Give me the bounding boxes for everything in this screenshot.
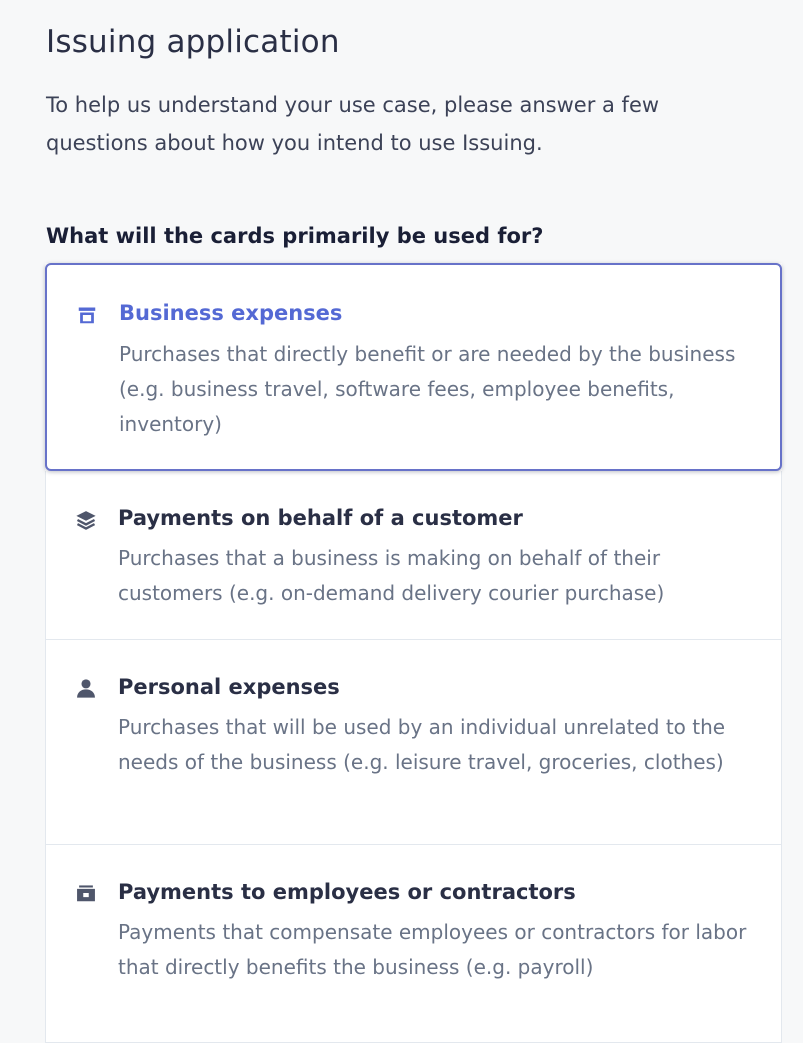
intro-text: To help us understand your use case, ple… — [46, 93, 660, 155]
cash-register-icon — [75, 882, 97, 904]
option-description: Purchases that will be used by an indivi… — [118, 715, 726, 774]
option-business-expenses[interactable]: Business expenses Purchases that directl… — [45, 263, 782, 471]
option-title: Personal expenses — [118, 675, 340, 699]
option-description: Purchases that a business is making on b… — [118, 546, 665, 605]
page-title: Issuing application — [46, 24, 340, 60]
option-title: Payments on behalf of a customer — [118, 506, 523, 530]
option-payments-to-employees[interactable]: Payments to employees or contractors Pay… — [45, 845, 782, 1043]
layers-icon — [75, 509, 97, 531]
option-title: Business expenses — [119, 301, 343, 325]
question-label: What will the cards primarily be used fo… — [46, 224, 544, 248]
storefront-icon — [76, 304, 98, 326]
option-description: Payments that compensate employees or co… — [118, 920, 747, 979]
option-description: Purchases that directly benefit or are n… — [119, 342, 736, 436]
option-payments-on-behalf[interactable]: Payments on behalf of a customer Purchas… — [45, 471, 782, 640]
option-personal-expenses[interactable]: Personal expenses Purchases that will be… — [45, 640, 782, 845]
option-title: Payments to employees or contractors — [118, 880, 576, 904]
use-case-options: Business expenses Purchases that directl… — [45, 263, 782, 1043]
person-icon — [75, 677, 97, 699]
